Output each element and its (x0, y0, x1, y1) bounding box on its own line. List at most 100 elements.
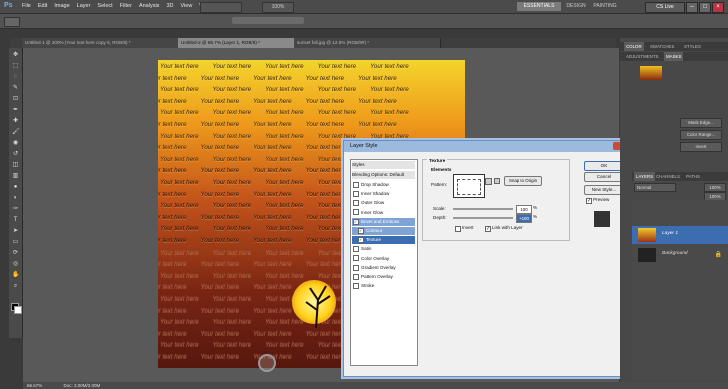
workspace-design-button[interactable]: DESIGN (563, 2, 589, 11)
style-checkbox[interactable] (353, 209, 359, 216)
eyedropper-tool-icon[interactable]: ✒ (12, 107, 19, 113)
type-tool-icon[interactable]: T (12, 217, 19, 223)
preview-checkbox[interactable]: ✓ (586, 198, 592, 204)
gradient-tool-icon[interactable]: ▥ (12, 173, 19, 179)
move-tool-icon[interactable]: ✥ (12, 52, 19, 58)
style-checkbox[interactable] (353, 282, 359, 289)
shape-tool-icon[interactable]: ▭ (12, 239, 19, 245)
tab-swatches[interactable]: SWATCHES (648, 42, 676, 51)
style-checkbox[interactable]: ✓ (358, 236, 364, 243)
style-item-bevel-and-emboss[interactable]: ✓ Bevel and Emboss (352, 217, 415, 226)
style-item-inner-glow[interactable]: Inner Glow (352, 209, 415, 217)
snap-to-origin-button[interactable]: Snap to Origin (504, 176, 542, 186)
clone-tool-icon[interactable]: ◉ (12, 140, 19, 146)
style-checkbox[interactable]: ✓ (358, 227, 364, 234)
style-item-stroke[interactable]: Stroke (352, 282, 415, 290)
style-checkbox[interactable] (353, 264, 359, 271)
view-extras-button[interactable] (200, 2, 242, 13)
cancel-button[interactable]: Cancel (584, 172, 624, 182)
blur-tool-icon[interactable]: ● (12, 184, 19, 190)
menu-view[interactable]: View (180, 3, 192, 9)
eraser-tool-icon[interactable]: ◫ (12, 162, 19, 168)
3d-rotate-tool-icon[interactable]: ⟳ (12, 250, 19, 256)
style-checkbox[interactable] (353, 181, 359, 188)
tab-paths[interactable]: PATHS (684, 172, 702, 181)
menu-analysis[interactable]: Analysis (139, 3, 159, 9)
menu-edit[interactable]: Edit (38, 3, 47, 9)
depth-value[interactable]: +100 (516, 214, 532, 223)
layer-row[interactable]: Background 🔒 (632, 246, 728, 264)
tab-sunset-fall[interactable]: sunset fall.jpg @ 12.5% (RGB/8#) * (294, 38, 441, 48)
lasso-tool-icon[interactable]: ◌ (12, 74, 19, 80)
pattern-dropdown-icon[interactable] (485, 178, 492, 185)
ok-button[interactable]: OK (584, 161, 624, 171)
menu-image[interactable]: Image (54, 3, 69, 9)
new-style-button[interactable]: New Style... (584, 185, 624, 195)
style-item-inner-shadow[interactable]: Inner Shadow (352, 190, 415, 198)
styles-header[interactable]: Styles (352, 161, 415, 169)
brush-tool-icon[interactable]: 🖌 (12, 129, 20, 135)
workspace-painting-button[interactable]: PAINTING (590, 2, 620, 11)
3d-orbit-tool-icon[interactable]: ◎ (12, 261, 19, 267)
quick-select-tool-icon[interactable]: ✎ (12, 85, 19, 91)
move-tool-preset-icon[interactable] (4, 17, 20, 27)
style-item-drop-shadow[interactable]: Drop Shadow (352, 181, 415, 189)
scale-slider[interactable] (453, 208, 513, 210)
style-checkbox[interactable] (353, 273, 359, 280)
healing-tool-icon[interactable]: ✚ (12, 118, 19, 124)
background-color-swatch[interactable] (14, 306, 22, 314)
zoom-level-select[interactable]: 100% (262, 2, 294, 13)
style-checkbox[interactable] (353, 246, 359, 253)
tab-color[interactable]: COLOR (624, 42, 644, 51)
path-select-tool-icon[interactable]: ➤ (12, 228, 19, 234)
cs-live-button[interactable]: CS Live (645, 2, 685, 13)
style-item-outer-glow[interactable]: Outer Glow (352, 199, 415, 207)
layer-row[interactable]: Layer 1 (632, 226, 728, 244)
tab-adjustments[interactable]: ADJUSTMENTS (624, 52, 660, 61)
style-item-texture[interactable]: ✓ Texture (352, 236, 415, 245)
style-checkbox[interactable] (353, 200, 359, 207)
invert-checkbox[interactable] (455, 226, 461, 232)
style-item-gradient-overlay[interactable]: Gradient Overlay (352, 264, 415, 272)
style-item-color-overlay[interactable]: Color Overlay (352, 255, 415, 263)
history-tool-icon[interactable]: ↺ (12, 151, 19, 157)
style-item-satin[interactable]: Satin (352, 245, 415, 253)
maximize-button[interactable]: □ (699, 2, 711, 13)
blend-mode-select[interactable]: Normal (634, 183, 676, 192)
scale-value[interactable]: 100 (516, 205, 532, 214)
dodge-tool-icon[interactable]: ◐ (12, 195, 19, 201)
auto-select-options[interactable] (232, 17, 304, 24)
new-preset-icon[interactable] (494, 178, 500, 184)
status-zoom[interactable]: 66.67% (27, 383, 42, 388)
workspace-essentials-button[interactable]: ESSENTIALS (517, 2, 561, 11)
style-checkbox[interactable] (353, 190, 359, 197)
style-checkbox[interactable] (353, 255, 359, 262)
depth-slider[interactable] (453, 217, 513, 219)
style-item-pattern-overlay[interactable]: Pattern Overlay (352, 273, 415, 281)
style-checkbox[interactable]: ✓ (353, 218, 359, 225)
menu-layer[interactable]: Layer (77, 3, 91, 9)
tab-untitled-2[interactable]: Untitled-2 @ 66.7% (Layer 1, RGB/8) * (178, 38, 295, 48)
tab-channels[interactable]: CHANNELS (654, 172, 682, 181)
minimize-button[interactable]: – (686, 2, 698, 13)
menu-select[interactable]: Select (97, 3, 112, 9)
blending-options-item[interactable]: Blending Options: Default (352, 171, 415, 179)
menu-3d[interactable]: 3D (166, 3, 173, 9)
color-range-button[interactable]: Color Range... (680, 130, 722, 140)
mask-edge-button[interactable]: Mask Edge... (680, 118, 722, 128)
tab-untitled-1[interactable]: Untitled-1 @ 200% (Your text here copy 5… (22, 38, 179, 48)
crop-tool-icon[interactable]: ⊡ (12, 96, 19, 102)
close-window-button[interactable]: × (712, 2, 724, 13)
invert-mask-button[interactable]: Invert (680, 142, 722, 152)
zoom-tool-icon[interactable]: ⌕ (12, 283, 19, 289)
opacity-field[interactable]: 100% (704, 183, 726, 192)
tab-masks[interactable]: MASKS (664, 52, 684, 61)
style-item-contour[interactable]: ✓ Contour (352, 227, 415, 235)
tab-styles[interactable]: STYLES (682, 42, 703, 51)
pen-tool-icon[interactable]: ✑ (12, 206, 19, 212)
marquee-tool-icon[interactable]: ⬚ (12, 63, 19, 69)
menu-file[interactable]: File (22, 3, 31, 9)
link-with-layer-checkbox[interactable]: ✓ (485, 226, 491, 232)
pattern-swatch[interactable] (453, 174, 485, 198)
hand-tool-icon[interactable]: ✋ (12, 272, 19, 278)
